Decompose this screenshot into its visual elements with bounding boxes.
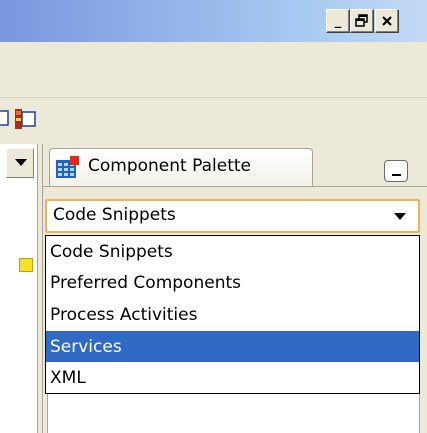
tab-label: Component Palette [88, 156, 251, 176]
restore-button[interactable] [350, 9, 374, 33]
combobox-selected-value: Code Snippets [53, 205, 176, 225]
minimize-panel-button[interactable] [384, 160, 408, 182]
left-panel-dropdown-button[interactable] [6, 148, 34, 178]
dropdown-option-code-snippets[interactable]: Code Snippets [46, 236, 419, 267]
yellow-node-icon [19, 258, 33, 272]
tab-divider [42, 186, 427, 187]
dropdown-option-process-activities[interactable]: Process Activities [46, 299, 419, 330]
collapse-panel-icon[interactable] [13, 106, 39, 132]
dropdown-option-preferred-components[interactable]: Preferred Components [46, 267, 419, 298]
close-button[interactable] [375, 9, 399, 33]
chevron-down-icon[interactable] [394, 213, 406, 220]
minimize-button[interactable]: _ [326, 9, 350, 33]
toolbar [0, 98, 427, 138]
component-palette-icon [56, 156, 79, 178]
minimize-icon: _ [334, 13, 342, 29]
close-icon [382, 16, 392, 26]
palette-body [47, 394, 420, 433]
dropdown-option-xml[interactable]: XML [46, 362, 419, 393]
left-panel [0, 144, 38, 433]
dropdown-option-services[interactable]: Services [46, 331, 419, 362]
menu-strip [0, 42, 427, 98]
toolbar-partial-icon[interactable] [0, 106, 12, 130]
restore-icon [355, 14, 368, 27]
chevron-down-icon [15, 159, 27, 166]
